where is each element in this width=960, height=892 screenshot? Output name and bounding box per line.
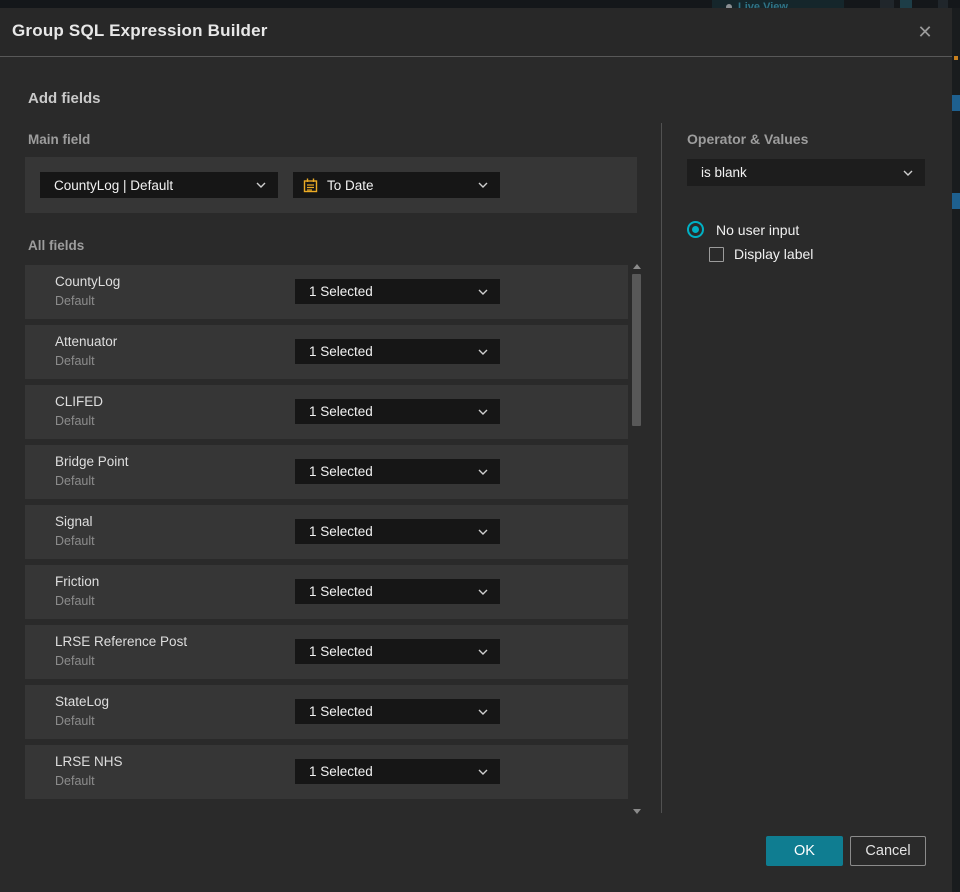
field-values-select[interactable]: 1 Selected [295, 699, 500, 724]
background-toolbar-fragment [900, 0, 912, 8]
chevron-down-icon [256, 182, 266, 188]
dialog-header: Group SQL Expression Builder ✕ [0, 8, 952, 57]
close-icon[interactable]: ✕ [912, 19, 938, 45]
field-name: LRSE Reference Post [55, 634, 188, 649]
display-label-text: Display label [734, 246, 814, 262]
field-subtitle: Default [55, 534, 95, 548]
field-subtitle: Default [55, 774, 95, 788]
field-row: Signal Default 1 Selected [25, 505, 628, 559]
chevron-down-icon [478, 649, 488, 655]
main-field-date-select-value: To Date [327, 177, 374, 193]
field-subtitle: Default [55, 414, 95, 428]
selected-count-label: 1 Selected [309, 584, 373, 599]
chevron-down-icon [478, 289, 488, 295]
field-name: Attenuator [55, 334, 118, 349]
field-values-select[interactable]: 1 Selected [295, 399, 500, 424]
field-row: Bridge Point Default 1 Selected [25, 445, 628, 499]
selected-count-label: 1 Selected [309, 704, 373, 719]
field-row: Attenuator Default 1 Selected [25, 325, 628, 379]
dialog-title: Group SQL Expression Builder [12, 21, 268, 40]
selected-count-label: 1 Selected [309, 764, 373, 779]
selected-count-label: 1 Selected [309, 404, 373, 419]
field-row: CountyLog Default 1 Selected [25, 265, 628, 319]
field-subtitle: Default [55, 294, 95, 308]
display-label-checkbox[interactable]: Display label [709, 246, 813, 262]
chevron-down-icon [478, 709, 488, 715]
chevron-down-icon [478, 529, 488, 535]
field-name: Signal [55, 514, 93, 529]
all-fields-list: CountyLog Default 1 Selected Attenuator … [25, 265, 628, 805]
field-values-select[interactable]: 1 Selected [295, 639, 500, 664]
no-user-input-radio[interactable]: No user input [687, 221, 799, 238]
radio-selected-icon [687, 221, 704, 238]
field-values-select[interactable]: 1 Selected [295, 519, 500, 544]
chevron-down-icon [478, 469, 488, 475]
background-app-edge [952, 8, 960, 892]
background-toolbar-fragment [880, 0, 894, 8]
field-subtitle: Default [55, 474, 95, 488]
screen: Live View Group SQL Expression Builder ✕… [0, 0, 960, 892]
selected-count-label: 1 Selected [309, 464, 373, 479]
group-sql-expression-builder-dialog: Group SQL Expression Builder ✕ Add field… [0, 8, 952, 892]
chevron-down-icon [478, 589, 488, 595]
operator-select-value: is blank [701, 165, 747, 180]
field-row: StateLog Default 1 Selected [25, 685, 628, 739]
add-fields-heading: Add fields [28, 90, 101, 107]
field-name: LRSE NHS [55, 754, 123, 769]
selected-count-label: 1 Selected [309, 644, 373, 659]
operator-select[interactable]: is blank [687, 159, 925, 186]
main-field-select[interactable]: CountyLog | Default [40, 172, 278, 198]
field-values-select[interactable]: 1 Selected [295, 459, 500, 484]
main-field-label: Main field [28, 132, 91, 147]
background-toolbar-fragment [938, 0, 948, 8]
chevron-down-icon [478, 349, 488, 355]
panel-divider [661, 123, 662, 813]
scrollbar-thumb[interactable] [632, 274, 641, 426]
field-row: LRSE NHS Default 1 Selected [25, 745, 628, 799]
calendar-date-icon [303, 178, 318, 193]
field-values-select[interactable]: 1 Selected [295, 279, 500, 304]
field-name: CLIFED [55, 394, 104, 409]
field-subtitle: Default [55, 714, 95, 728]
field-row: Friction Default 1 Selected [25, 565, 628, 619]
field-name: CountyLog [55, 274, 121, 289]
field-subtitle: Default [55, 594, 95, 608]
field-row: LRSE Reference Post Default 1 Selected [25, 625, 628, 679]
chevron-down-icon [478, 182, 488, 188]
field-name: Bridge Point [55, 454, 129, 469]
main-field-container: CountyLog | Default To Date [25, 157, 637, 213]
main-field-select-value: CountyLog | Default [54, 177, 174, 193]
ok-button[interactable]: OK [766, 836, 843, 866]
selected-count-label: 1 Selected [309, 284, 373, 299]
live-view-button[interactable]: Live View [712, 0, 844, 8]
no-user-input-label: No user input [716, 221, 800, 238]
fields-list-scrollbar [631, 262, 643, 816]
field-name: StateLog [55, 694, 110, 709]
cancel-button[interactable]: Cancel [850, 836, 926, 866]
live-view-label: Live View [738, 1, 788, 8]
field-name: Friction [55, 574, 100, 589]
field-values-select[interactable]: 1 Selected [295, 579, 500, 604]
selected-count-label: 1 Selected [309, 344, 373, 359]
field-subtitle: Default [55, 354, 95, 368]
background-accent [952, 95, 960, 111]
all-fields-label: All fields [28, 238, 85, 253]
chevron-down-icon [478, 769, 488, 775]
field-values-select[interactable]: 1 Selected [295, 759, 500, 784]
field-values-select[interactable]: 1 Selected [295, 339, 500, 364]
scrollbar-down-arrow-icon[interactable] [633, 809, 641, 814]
background-app-header: Live View [0, 0, 960, 8]
background-accent [952, 193, 960, 209]
main-field-date-select[interactable]: To Date [293, 172, 500, 198]
field-subtitle: Default [55, 654, 95, 668]
field-row: CLIFED Default 1 Selected [25, 385, 628, 439]
operator-values-heading: Operator & Values [687, 131, 809, 147]
selected-count-label: 1 Selected [309, 524, 373, 539]
checkbox-unchecked-icon [709, 246, 724, 262]
background-accent [954, 56, 958, 60]
chevron-down-icon [478, 409, 488, 415]
chevron-down-icon [903, 170, 913, 176]
scrollbar-up-arrow-icon[interactable] [633, 264, 641, 269]
